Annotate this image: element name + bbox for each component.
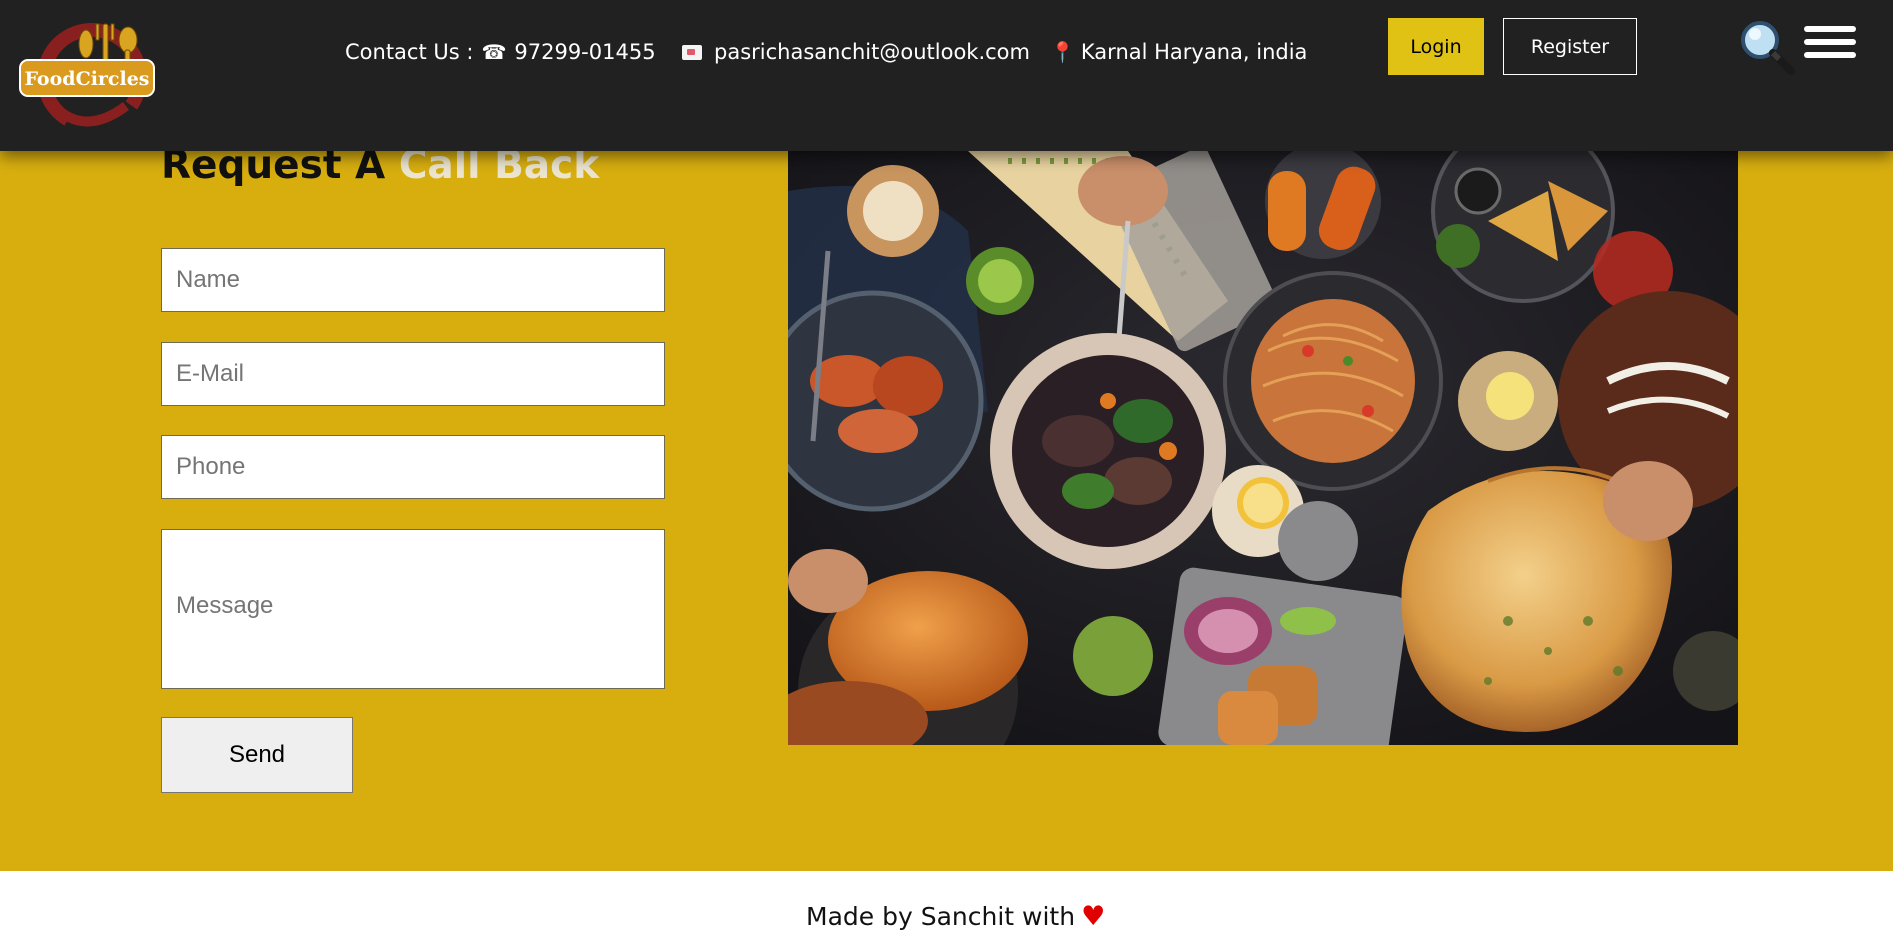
contact-email: pasrichasanchit@outlook.com bbox=[682, 40, 1030, 64]
contact-label: Contact Us : bbox=[345, 40, 474, 64]
message-textarea[interactable] bbox=[161, 529, 665, 689]
phone-number: 97299-01455 bbox=[514, 40, 656, 64]
location-text: Karnal Haryana, india bbox=[1080, 40, 1308, 64]
footer-credit: Made by Sanchit with ♥ bbox=[806, 901, 1105, 932]
site-header: FoodCircles Contact Us : ☎ 97299-01455 p… bbox=[0, 0, 1893, 151]
login-button[interactable]: Login bbox=[1388, 18, 1484, 75]
logo-text: FoodCircles bbox=[24, 68, 149, 90]
register-button[interactable]: Register bbox=[1503, 18, 1637, 75]
food-spread-image bbox=[788, 151, 1738, 745]
foodcircles-logo[interactable]: FoodCircles bbox=[16, 16, 156, 134]
site-footer: Made by Sanchit with ♥ bbox=[0, 871, 1893, 932]
phone-icon: ☎ bbox=[481, 40, 507, 64]
callback-section: Request A Call Back Send bbox=[0, 143, 1893, 871]
name-input[interactable] bbox=[161, 248, 665, 312]
email-input[interactable] bbox=[161, 342, 665, 406]
hamburger-icon[interactable] bbox=[1804, 26, 1858, 58]
contact-phone: Contact Us : ☎ 97299-01455 bbox=[345, 40, 656, 64]
email-address: pasrichasanchit@outlook.com bbox=[714, 40, 1030, 64]
heart-icon: ♥ bbox=[1081, 901, 1106, 932]
envelope-icon bbox=[682, 44, 702, 60]
phone-input[interactable] bbox=[161, 435, 665, 499]
magnifier-icon[interactable] bbox=[1738, 18, 1796, 76]
send-button[interactable]: Send bbox=[161, 717, 353, 793]
contact-location: 📍 Karnal Haryana, india bbox=[1050, 40, 1307, 64]
location-pin-icon: 📍 bbox=[1050, 40, 1075, 64]
